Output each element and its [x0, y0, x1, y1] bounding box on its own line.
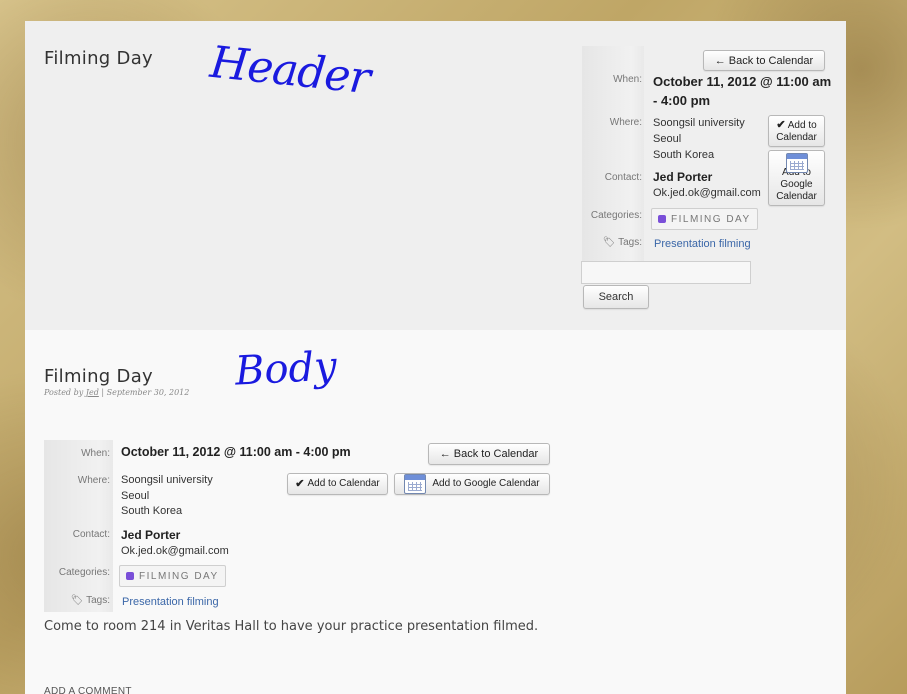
- author-link[interactable]: Jed: [86, 388, 99, 397]
- where-line: South Korea: [653, 149, 715, 161]
- contact-email: Ok.jed.ok@gmail.com: [121, 545, 229, 557]
- body-back-to-calendar-button[interactable]: ← Back to Calendar: [428, 443, 550, 465]
- search-input[interactable]: [581, 261, 751, 284]
- body-title: Filming Day: [44, 366, 153, 387]
- body-annotation: Body: [233, 343, 338, 395]
- where-line: Soongsil university: [653, 117, 745, 129]
- category-color-icon: [658, 215, 666, 223]
- header-where-value: Soongsil university Seoul South Korea: [653, 115, 773, 163]
- body-area: Filming Day Body Posted by Jed | Septemb…: [25, 330, 846, 694]
- header-categories-label: Categories:: [590, 210, 642, 221]
- header-area: Filming Day Header When: October 11, 201…: [25, 21, 846, 330]
- category-color-icon: [126, 572, 134, 580]
- header-when-label: When:: [613, 74, 642, 85]
- search-button[interactable]: Search: [583, 285, 649, 309]
- header-add-to-google-calendar-button[interactable]: Add to Google Calendar: [768, 150, 825, 206]
- checkmark-icon: ✔: [295, 478, 305, 490]
- header-back-to-calendar-button[interactable]: ← Back to Calendar: [703, 50, 825, 71]
- calendar-icon: [404, 474, 427, 494]
- where-line: South Korea: [121, 505, 183, 517]
- body-add-to-calendar-button[interactable]: ✔ Add to Calendar: [287, 473, 388, 495]
- header-add-to-calendar-button[interactable]: ✔ Add to Calendar: [768, 115, 825, 147]
- body-meta-label-column: [44, 440, 113, 612]
- header-tags-link[interactable]: Presentation filming: [654, 236, 774, 252]
- add-comment-heading: ADD A COMMENT: [44, 686, 132, 694]
- header-contact-label: Contact:: [604, 172, 642, 183]
- where-line: Seoul: [653, 133, 682, 145]
- body-where-label: Where:: [77, 475, 110, 486]
- post-byline: Posted by Jed | September 30, 2012: [44, 388, 190, 397]
- body-where-value: Soongsil university Seoul South Korea: [121, 473, 251, 520]
- arrow-left-icon: ←: [714, 54, 726, 67]
- body-contact-label: Contact:: [72, 529, 110, 540]
- body-categories-label: Categories:: [58, 567, 110, 578]
- tag-icon: 🏷︎: [70, 595, 84, 606]
- header-annotation: Header: [207, 36, 373, 105]
- category-label: FILMING DAY: [139, 570, 219, 582]
- tag-icon: 🏷︎: [602, 237, 616, 248]
- where-line: Seoul: [121, 489, 150, 502]
- header-title: Filming Day: [44, 48, 153, 69]
- header-tags-label: 🏷︎ Tags:: [602, 237, 642, 248]
- page-container: Filming Day Header When: October 11, 201…: [25, 21, 846, 694]
- where-line: Soongsil university: [121, 474, 213, 486]
- body-when-value: October 11, 2012 @ 11:00 am - 4:00 pm: [121, 445, 351, 459]
- header-when-value: October 11, 2012 @ 11:00 am - 4:00 pm: [653, 74, 832, 108]
- event-description: Come to room 214 in Veritas Hall to have…: [44, 619, 539, 634]
- contact-name: Jed Porter: [121, 528, 181, 542]
- category-label: FILMING DAY: [671, 213, 751, 225]
- calendar-icon: [785, 153, 808, 173]
- body-tags-label: 🏷︎ Tags:: [70, 595, 110, 606]
- body-category-tag[interactable]: FILMING DAY: [119, 565, 226, 587]
- body-when-label: When:: [81, 448, 110, 459]
- arrow-left-icon: ←: [439, 448, 451, 460]
- body-tags-link[interactable]: Presentation filming: [122, 594, 262, 610]
- header-category-tag[interactable]: FILMING DAY: [651, 208, 758, 230]
- body-contact-value: Jed Porter Ok.jed.ok@gmail.com: [121, 527, 271, 559]
- post-date: September 30, 2012: [106, 388, 190, 397]
- body-add-to-google-calendar-button[interactable]: Add to Google Calendar: [394, 473, 550, 495]
- header-where-label: Where:: [609, 117, 642, 128]
- checkmark-icon: ✔: [776, 118, 786, 131]
